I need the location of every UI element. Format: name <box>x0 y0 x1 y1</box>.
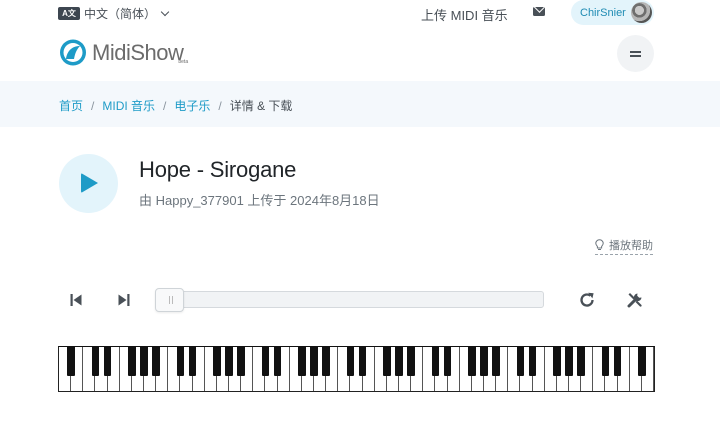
tools-button[interactable] <box>625 290 645 310</box>
playback-progress-slider[interactable] <box>155 288 544 312</box>
help-label: 播放帮助 <box>609 240 653 252</box>
tools-icon <box>627 293 642 308</box>
piano-black-key[interactable] <box>188 347 197 376</box>
skip-back-icon <box>70 294 82 306</box>
breadcrumb-separator: / <box>163 98 167 113</box>
piano-black-key[interactable] <box>431 347 440 376</box>
site-logo[interactable]: MidiShow beta <box>58 39 188 66</box>
piano-black-key[interactable] <box>395 347 403 376</box>
piano-black-key[interactable] <box>480 347 488 376</box>
piano-black-key[interactable] <box>553 347 561 376</box>
language-label: 中文（简体） <box>84 7 157 21</box>
playback-help-link[interactable]: 播放帮助 <box>595 237 653 255</box>
breadcrumb-home[interactable]: 首页 <box>59 97 83 114</box>
piano-black-key[interactable] <box>273 347 282 376</box>
breadcrumb-electronic[interactable]: 电子乐 <box>174 97 210 114</box>
play-button[interactable] <box>59 154 118 213</box>
piano-black-key[interactable] <box>298 347 306 376</box>
lightbulb-icon <box>595 239 604 251</box>
piano-black-key[interactable] <box>322 347 330 376</box>
repeat-button[interactable] <box>577 290 597 310</box>
piano-black-key[interactable] <box>140 347 148 376</box>
piano-black-key[interactable] <box>346 347 355 376</box>
piano-black-key[interactable] <box>310 347 318 376</box>
piano-black-key[interactable] <box>213 347 221 376</box>
piano-black-key[interactable] <box>152 347 160 376</box>
piano-black-key[interactable] <box>237 347 245 376</box>
piano-black-key[interactable] <box>468 347 476 376</box>
menu-icon-bar <box>630 55 641 57</box>
piano-black-key[interactable] <box>383 347 391 376</box>
breadcrumb-midi-music[interactable]: MIDI 音乐 <box>102 97 155 114</box>
piano-black-key[interactable] <box>577 347 585 376</box>
piano-black-key[interactable] <box>358 347 367 376</box>
breadcrumb-separator: / <box>218 98 222 113</box>
breadcrumb-separator: / <box>91 98 95 113</box>
skip-back-button[interactable] <box>66 290 86 310</box>
breadcrumb-current: 详情 & 下载 <box>229 99 293 113</box>
piano-black-key[interactable] <box>613 347 622 376</box>
logo-beta-label: beta <box>178 59 189 65</box>
piano-black-key[interactable] <box>67 347 75 376</box>
logo-icon <box>58 39 90 66</box>
piano-black-key[interactable] <box>516 347 525 376</box>
piano-keyboard[interactable] <box>58 346 655 392</box>
skip-forward-button[interactable] <box>114 290 134 310</box>
translate-icon: A文 <box>58 7 80 20</box>
piano-black-key[interactable] <box>407 347 415 376</box>
avatar <box>631 2 652 23</box>
piano-black-key[interactable] <box>225 347 233 376</box>
user-name: ChirSnier <box>580 6 626 19</box>
breadcrumb-bar: 首页 / MIDI 音乐 / 电子乐 / 详情 & 下载 <box>0 81 720 127</box>
piano-black-key[interactable] <box>565 347 573 376</box>
chevron-down-icon <box>160 7 170 17</box>
piano-black-key[interactable] <box>492 347 500 376</box>
piano-black-key[interactable] <box>103 347 112 376</box>
skip-forward-icon <box>118 294 130 306</box>
logo-text: MidiShow <box>92 40 184 65</box>
piano-black-key[interactable] <box>128 347 136 376</box>
piano-black-key[interactable] <box>638 347 646 376</box>
song-title: Hope - Sirogane <box>139 157 297 182</box>
mail-icon[interactable] <box>533 7 545 16</box>
top-bar: A文 中文（简体） 上传 MIDI 音乐 ChirSnier <box>0 0 720 26</box>
piano-black-key[interactable] <box>443 347 452 376</box>
repeat-icon <box>580 292 594 307</box>
song-upload-info: 由 Happy_377901 上传于 2024年8月18日 <box>139 193 380 208</box>
menu-icon <box>630 51 641 53</box>
piano-black-key[interactable] <box>261 347 270 376</box>
piano-black-key[interactable] <box>91 347 100 376</box>
menu-button[interactable] <box>617 35 654 72</box>
user-menu[interactable]: ChirSnier <box>571 0 654 25</box>
piano-black-key[interactable] <box>528 347 537 376</box>
piano-black-key[interactable] <box>601 347 610 376</box>
play-icon <box>81 173 98 193</box>
breadcrumb: 首页 / MIDI 音乐 / 电子乐 / 详情 & 下载 <box>59 97 292 114</box>
piano-black-key[interactable] <box>176 347 185 376</box>
language-selector[interactable]: A文 中文（简体） <box>58 5 170 22</box>
progress-handle[interactable] <box>155 288 184 312</box>
upload-midi-link[interactable]: 上传 MIDI 音乐 <box>421 5 508 24</box>
